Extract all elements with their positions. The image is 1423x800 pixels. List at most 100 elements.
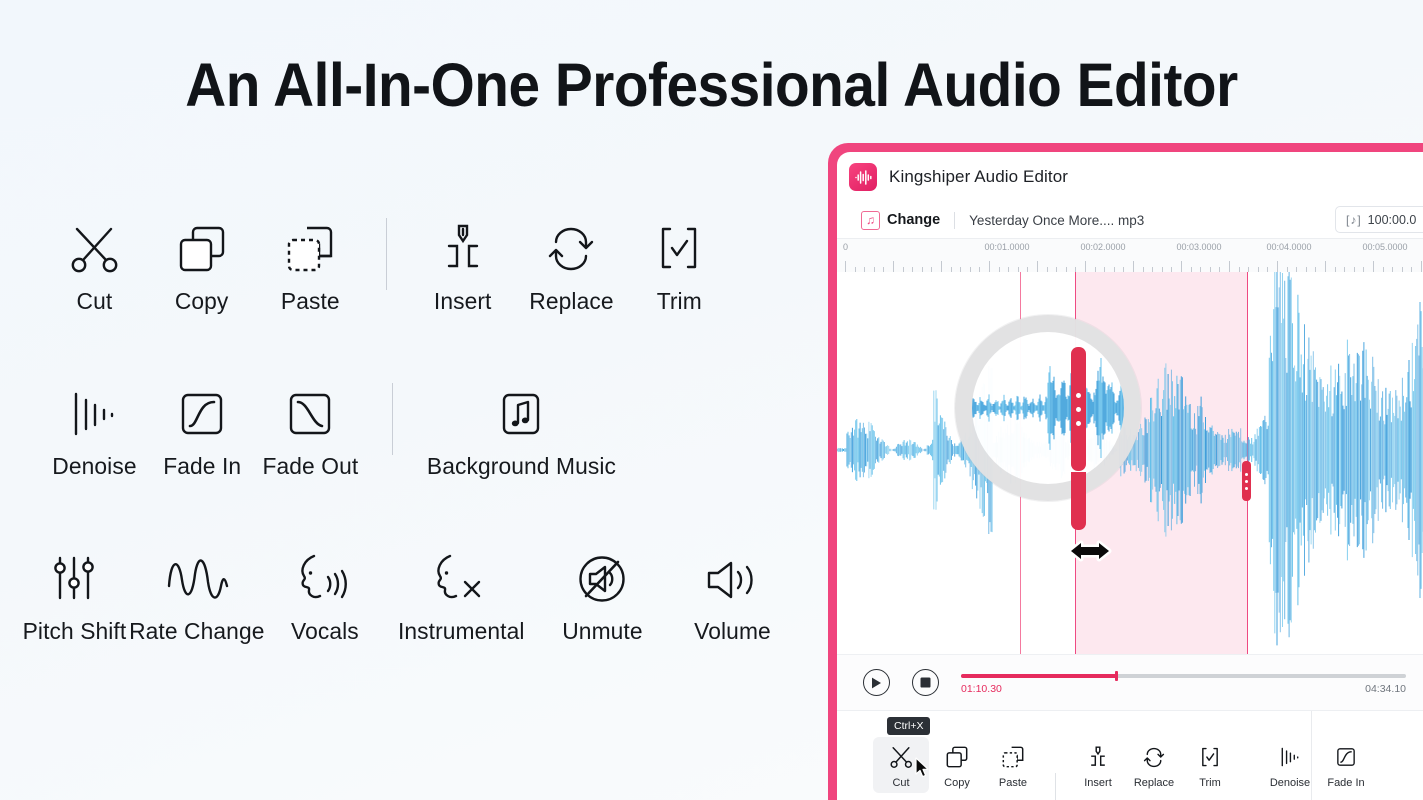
face-muted-icon [426, 540, 496, 618]
stop-icon [920, 677, 931, 688]
waveform-icon [161, 540, 233, 618]
timeline-label: 00:03.0000 [1176, 242, 1222, 252]
selection-handle-left[interactable] [1071, 347, 1086, 471]
total-time: 04:34.10 [1365, 682, 1406, 695]
feature-label: Volume [693, 618, 771, 644]
mouse-pointer-cursor [915, 757, 931, 784]
handle-dot [1245, 479, 1248, 483]
handle-dot [1076, 420, 1081, 426]
change-file-label: Change [887, 212, 941, 228]
feature-label: Replace [528, 288, 614, 314]
app-window: Kingshiper Audio Editor ♫ Change Yesterd… [828, 143, 1423, 800]
toolbar-denoise[interactable]: Denoise [1262, 737, 1318, 793]
toolbar-label: Cut [892, 777, 910, 789]
current-time: 01:10.30 [961, 682, 1002, 695]
stop-button[interactable] [912, 669, 939, 696]
toolbar-label: Trim [1199, 777, 1221, 789]
selection-handle-left-tail[interactable] [1071, 472, 1086, 530]
feature-background-music[interactable]: Background Music [421, 375, 621, 480]
file-bar: ♫ Change Yesterday Once More.... mp3 [♪]… [837, 202, 1423, 238]
feature-cut[interactable]: Cut [40, 210, 148, 315]
scissors-icon [888, 742, 914, 772]
progress-times: 01:10.30 04:34.10 [961, 683, 1406, 695]
feature-rate-change[interactable]: Rate Change [129, 540, 265, 645]
feature-replace[interactable]: Replace [517, 210, 625, 315]
horizontal-resize-cursor [1059, 534, 1121, 568]
feature-label: Rate Change [129, 618, 265, 644]
feature-label: Denoise [51, 453, 137, 479]
handle-dot [1076, 392, 1081, 398]
toolbar-replace[interactable]: Replace [1126, 737, 1182, 793]
play-icon [872, 677, 881, 688]
toolbar-paste[interactable]: Paste [985, 737, 1041, 793]
music-file-icon: ♫ [861, 210, 880, 230]
feature-pitch-shift[interactable]: Pitch Shift [18, 540, 130, 645]
feature-label: Unmute [561, 618, 643, 644]
copy-icon [944, 742, 970, 772]
progress-track[interactable] [961, 671, 1406, 682]
feature-label: Fade Out [262, 453, 358, 479]
effects-tool-group: Denoise Fade In [1238, 711, 1374, 793]
feature-row-1: Cut Copy Paste Insert Replace Trim [0, 210, 830, 375]
zoom-range-value: 100:00.0 [1367, 212, 1417, 227]
progress-handle[interactable] [1114, 671, 1119, 682]
selection-handle-right[interactable] [1242, 461, 1251, 501]
scissors-icon [66, 210, 122, 288]
feature-row-2: Denoise Fade In Fade Out Background Musi… [0, 375, 830, 540]
bottom-toolbar: Cut Copy Paste Insert Replace Trim Denoi… [837, 710, 1423, 800]
fade-in-icon [174, 375, 230, 453]
feature-trim[interactable]: Trim [625, 210, 733, 315]
feature-vocals[interactable]: Vocals [264, 540, 386, 645]
feature-unmute[interactable]: Unmute [536, 540, 668, 645]
audio-waveform-logo-icon [849, 163, 877, 191]
handle-dot [1245, 472, 1248, 476]
feature-instrumental[interactable]: Instrumental [386, 540, 536, 645]
feature-label: Instrumental [397, 618, 525, 644]
feature-label: Background Music [426, 453, 616, 479]
feature-fade-in[interactable]: Fade In [148, 375, 256, 480]
toolbar-label: Insert [1084, 777, 1112, 789]
toolbar-label: Fade In [1327, 777, 1365, 789]
feature-label: Cut [76, 288, 112, 314]
timeline-ruler[interactable]: 0 00:01.0000 00:02.0000 00:03.0000 00:04… [837, 238, 1423, 272]
toolbar-trim[interactable]: Trim [1182, 737, 1238, 793]
toolbar-divider [1055, 773, 1056, 800]
insert-icon [434, 210, 492, 288]
fade-in-icon [1334, 742, 1358, 772]
feature-row-3: Pitch Shift Rate Change Vocals Instrumen… [0, 540, 830, 705]
timeline-ticks [837, 258, 1423, 272]
progress-fill [961, 674, 1117, 678]
zoom-range-icon: [♪] [1346, 212, 1362, 227]
toolbar-label: Paste [998, 777, 1028, 789]
feature-denoise[interactable]: Denoise [40, 375, 148, 480]
feature-label: Fade In [163, 453, 241, 479]
feature-grid: Cut Copy Paste Insert Replace Trim Denoi… [0, 210, 830, 705]
feature-divider [386, 218, 387, 290]
toolbar-fade-in[interactable]: Fade In [1318, 737, 1374, 793]
file-name: Yesterday Once More.... mp3 [969, 212, 1145, 228]
timeline-label: 00:02.0000 [1080, 242, 1126, 252]
paste-icon [1000, 742, 1026, 772]
fade-out-icon [282, 375, 338, 453]
feature-copy[interactable]: Copy [148, 210, 256, 315]
copy-icon [174, 210, 230, 288]
toolbar-label: Replace [1133, 777, 1175, 789]
shortcut-tooltip: Ctrl+X [887, 717, 931, 735]
zoom-range-field[interactable]: [♪] 100:00.0 [1335, 206, 1423, 233]
feature-paste[interactable]: Paste [256, 210, 364, 315]
feature-volume[interactable]: Volume [668, 540, 796, 645]
trim-icon [1197, 742, 1223, 772]
feature-fade-out[interactable]: Fade Out [256, 375, 364, 480]
feature-insert[interactable]: Insert [409, 210, 517, 315]
play-button[interactable] [863, 669, 890, 696]
feature-label: Trim [656, 288, 702, 314]
change-file-button[interactable]: ♫ Change [861, 210, 941, 230]
toolbar-insert[interactable]: Insert [1070, 737, 1126, 793]
waveform-canvas[interactable] [837, 272, 1423, 654]
toolbar-copy[interactable]: Copy [929, 737, 985, 793]
feature-label: Paste [280, 288, 340, 314]
app-title: Kingshiper Audio Editor [889, 167, 1069, 186]
trim-icon [650, 210, 708, 288]
app-titlebar: Kingshiper Audio Editor [837, 152, 1423, 202]
face-speaking-icon [290, 540, 360, 618]
